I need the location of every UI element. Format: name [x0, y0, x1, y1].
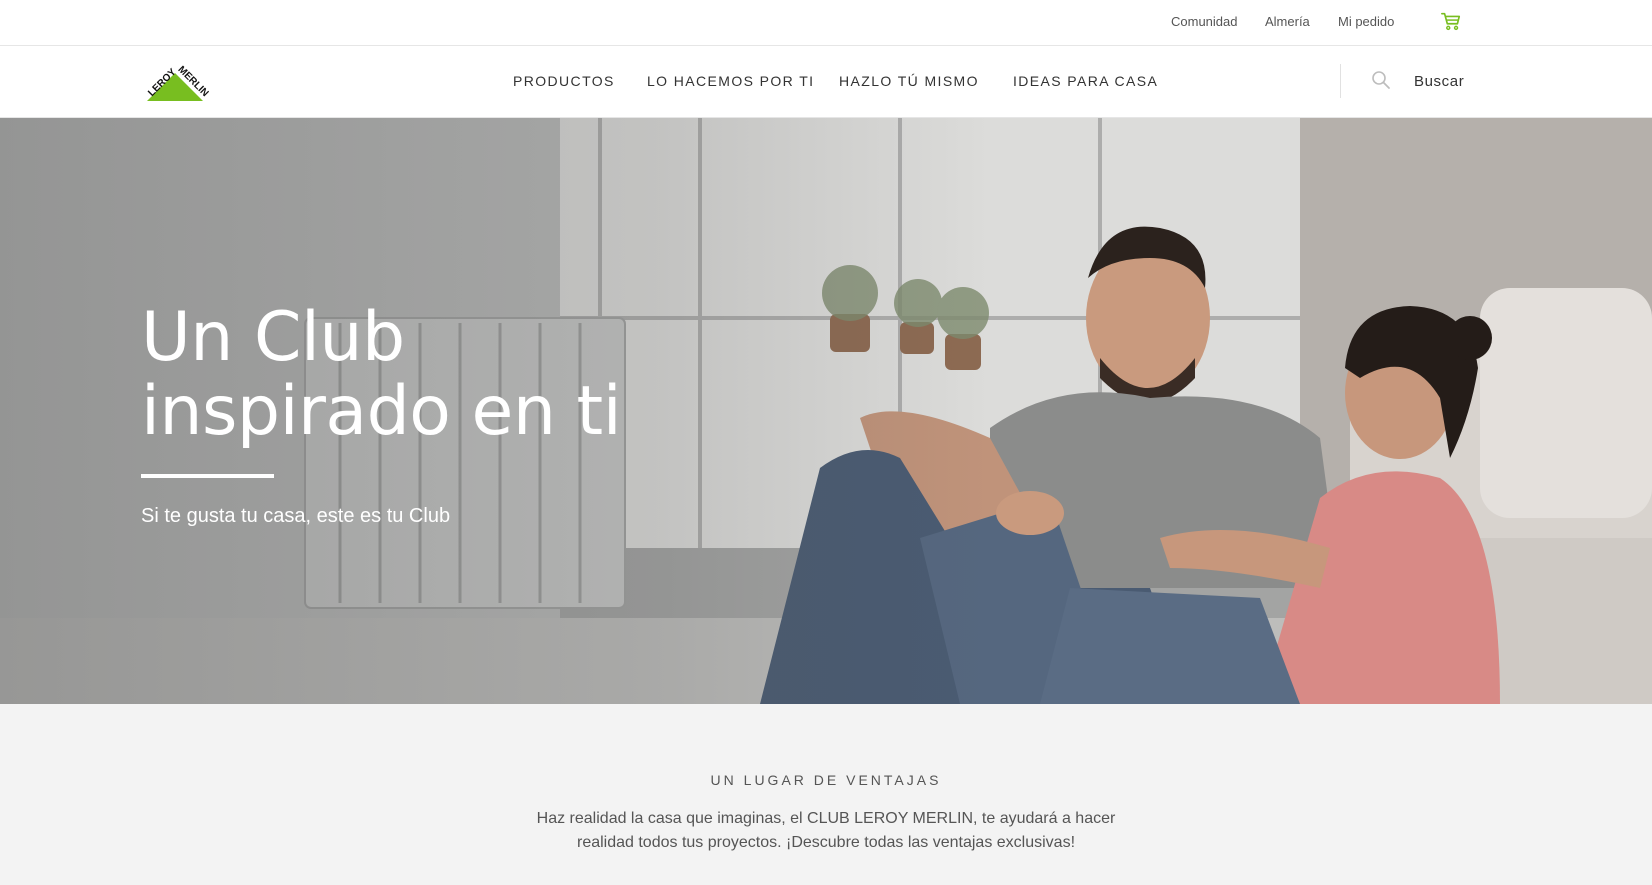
nav-divider	[1340, 64, 1341, 98]
link-mi-pedido[interactable]: Mi pedido	[1338, 14, 1394, 29]
benefits-section: UN LUGAR DE VENTAJAS Haz realidad la cas…	[0, 704, 1652, 885]
link-store-location[interactable]: Almería	[1265, 14, 1310, 29]
main-navigation: LEROY MERLIN PRODUCTOS LO HACEMOS POR TI…	[0, 46, 1652, 118]
shopping-cart-icon[interactable]	[1440, 10, 1462, 32]
search-label[interactable]: Buscar	[1414, 73, 1464, 90]
hero-title: Un Club inspirado en ti	[141, 301, 741, 449]
benefits-description: Haz realidad la casa que imaginas, el CL…	[536, 810, 1116, 851]
benefits-eyebrow: UN LUGAR DE VENTAJAS	[710, 772, 942, 788]
hero-banner: Un Club inspirado en ti Si te gusta tu c…	[0, 118, 1652, 704]
hero-divider	[141, 474, 274, 478]
nav-ideas-para-casa[interactable]: IDEAS PARA CASA	[1013, 73, 1158, 89]
link-comunidad[interactable]: Comunidad	[1171, 14, 1238, 29]
top-utility-bar: Comunidad Almería Mi pedido	[0, 0, 1652, 46]
search-icon[interactable]	[1371, 70, 1391, 90]
nav-productos[interactable]: PRODUCTOS	[513, 73, 615, 89]
hero-subtitle: Si te gusta tu casa, este es tu Club	[141, 505, 451, 527]
nav-lo-hacemos-por-ti[interactable]: LO HACEMOS POR TI	[647, 73, 814, 89]
hero-title-line-2: inspirado en ti	[141, 372, 622, 451]
hero-title-line-1: Un Club	[141, 298, 405, 377]
leroy-merlin-logo[interactable]: LEROY MERLIN	[141, 60, 209, 104]
nav-hazlo-tu-mismo[interactable]: HAZLO TÚ MISMO	[839, 73, 979, 89]
